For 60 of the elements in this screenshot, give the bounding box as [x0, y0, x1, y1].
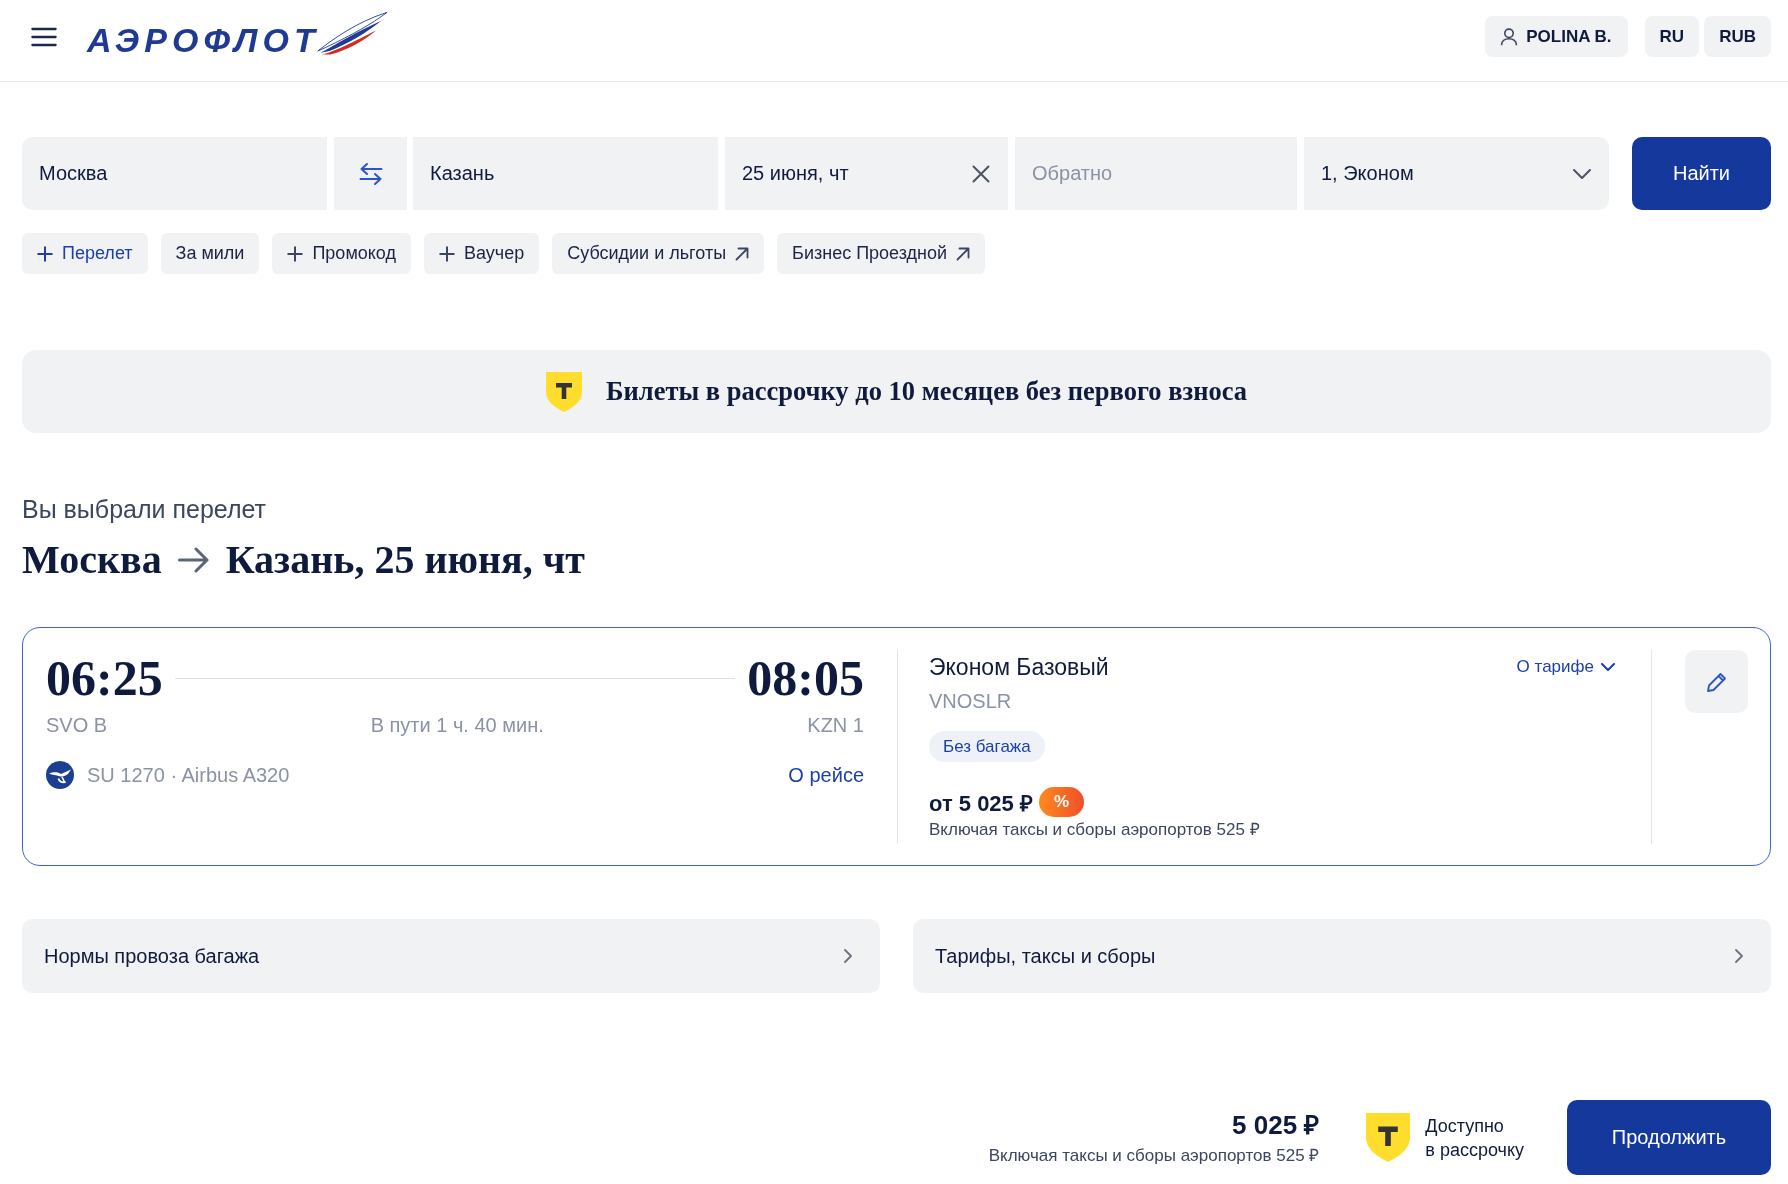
option-button[interactable]: Промокод [272, 233, 411, 274]
total-note: Включая таксы и сборы аэропортов 525 ₽ [988, 1145, 1320, 1166]
currency-button[interactable]: RUB [1704, 16, 1771, 57]
info-link-row[interactable]: Нормы провоза багажа [22, 919, 880, 993]
winged-emblem-icon [46, 761, 74, 789]
departure-time: 06:25 [46, 650, 163, 706]
fare-name: Эконом Базовый [929, 653, 1109, 681]
clear-icon[interactable] [972, 164, 990, 183]
option-button[interactable]: Бизнес Проездной [777, 233, 986, 274]
continue-button[interactable]: Продолжить [1567, 1100, 1771, 1175]
fare-code: VNOSLR [929, 689, 1012, 714]
info-link-row[interactable]: Тарифы, таксы и сборы [913, 919, 1771, 993]
flight-duration: В пути 1 ч. 40 мин. [370, 713, 544, 737]
chevron-down-icon [1601, 663, 1615, 671]
chevron-down-icon[interactable] [1573, 168, 1591, 179]
profile-button[interactable]: POLINA B. [1485, 16, 1628, 57]
pencil-icon [1705, 670, 1728, 693]
route-origin: Москва [22, 536, 162, 584]
fare-details-link[interactable]: О тарифе [1516, 657, 1615, 677]
language-button[interactable]: RU [1644, 16, 1700, 57]
search-button[interactable]: Найти [1632, 137, 1771, 210]
promo-text: Билеты в рассрочку до 10 месяцев без первого взноса [606, 376, 1247, 407]
flight-number: SU 1270 · Airbus A320 [87, 763, 290, 787]
route-destination: Казань, 25 июня, чт [225, 536, 585, 584]
departure-airport: SVO B [46, 713, 108, 737]
option-button[interactable]: За мили [160, 233, 260, 274]
swap-icon [358, 162, 383, 185]
plus-icon [37, 245, 53, 262]
baggage-tag: Без багажа [929, 731, 1045, 762]
arrow-right-icon [177, 547, 210, 573]
person-icon [1500, 27, 1519, 46]
arrival-time: 08:05 [747, 650, 864, 706]
chevron-right-icon [1735, 949, 1743, 963]
origin-field[interactable]: Москва [22, 137, 327, 210]
plus-icon [438, 245, 455, 262]
menu-icon[interactable] [31, 26, 57, 47]
edit-button[interactable] [1685, 650, 1748, 713]
arrow-up-right-icon [956, 246, 971, 261]
flag-wing-icon [315, 9, 388, 56]
arrival-airport: KZN 1 [807, 713, 864, 737]
option-button[interactable]: Субсидии и льготы [552, 233, 765, 274]
logo-wordmark[interactable]: АЭРОФЛОТ [87, 22, 320, 57]
plus-icon [287, 245, 304, 262]
swap-button[interactable] [334, 137, 407, 210]
installment-note: Доступно в рассрочку [1425, 1114, 1524, 1162]
option-button[interactable]: Перелет [22, 233, 148, 274]
flight-card[interactable]: 06:25 08:05 SVO B В пути 1 ч. 40 мин. KZN 1 SU 1270 · Airbus A320 О рейсе Эконом Базовый О тарифе VNOSLR Без багажа от 5 025 ₽ % Включая таксы и сборы аэропортов 525 ₽ [22, 627, 1771, 866]
fare-note: Включая таксы и сборы аэропортов 525 ₽ [929, 820, 1260, 840]
total-price: 5 025 ₽ [1232, 1109, 1320, 1141]
chevron-right-icon [844, 949, 852, 963]
option-button[interactable]: Ваучер [423, 233, 540, 274]
arrow-up-right-icon [735, 246, 750, 261]
discount-badge: % [1038, 787, 1085, 817]
shield-logo-icon [546, 371, 582, 412]
return-date-field[interactable]: Обратно [1015, 137, 1297, 210]
destination-field[interactable]: Казань [413, 137, 718, 210]
section-subtitle: Вы выбрали перелет [22, 494, 267, 524]
flight-details-link[interactable]: О рейсе [788, 763, 864, 787]
shield-logo-icon [1366, 1113, 1411, 1162]
fare-price: от 5 025 ₽ [929, 790, 1033, 817]
